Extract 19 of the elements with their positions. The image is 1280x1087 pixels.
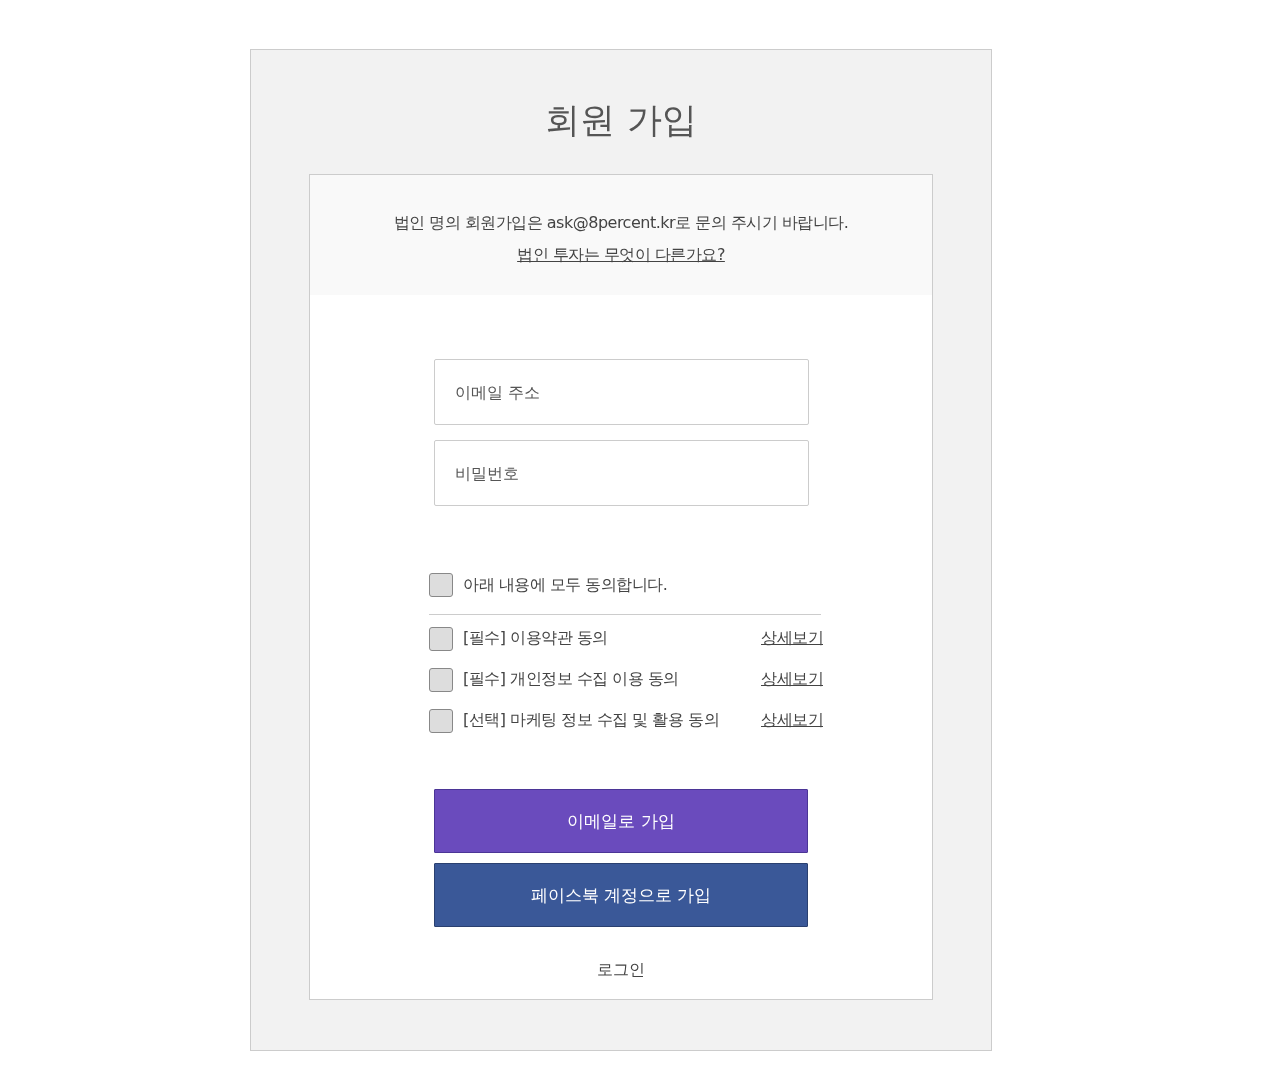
input-field[interactable]: 이메일 주소 [433,359,809,425]
login-link[interactable]: 로그인 [597,960,645,981]
checkbox-label: [필수] 개인정보 수집 이용 동의 [463,669,680,690]
details-link[interactable]: 상세보기 [761,669,823,690]
checkbox[interactable] [429,708,453,733]
facebook-signup-button[interactable]: 페이스북 계정으로 가입 [434,863,808,927]
checkbox[interactable] [429,626,453,651]
checkbox-label: [필수] 이용약관 동의 [463,628,609,649]
notice-link[interactable]: 법인 투자는 무엇이 다른가요? [517,239,725,271]
checkbox[interactable] [429,667,453,692]
checkbox-label: [선택] 마케팅 정보 수집 및 활용 동의 [463,710,720,731]
details-link[interactable]: 상세보기 [761,710,823,731]
notice-text: 법인 명의 회원가입은 ask@8percent.kr로 문의 주시기 바랍니다. [393,212,849,234]
details-link[interactable]: 상세보기 [761,628,823,649]
checkbox[interactable] [429,573,453,597]
input-field[interactable]: 비밀번호 [433,440,809,506]
email-signup-button[interactable]: 이메일로 가입 [434,789,808,853]
checkbox-label: 아래 내용에 모두 동의합니다. [463,574,669,596]
page-title: 회원 가입 [544,99,698,142]
